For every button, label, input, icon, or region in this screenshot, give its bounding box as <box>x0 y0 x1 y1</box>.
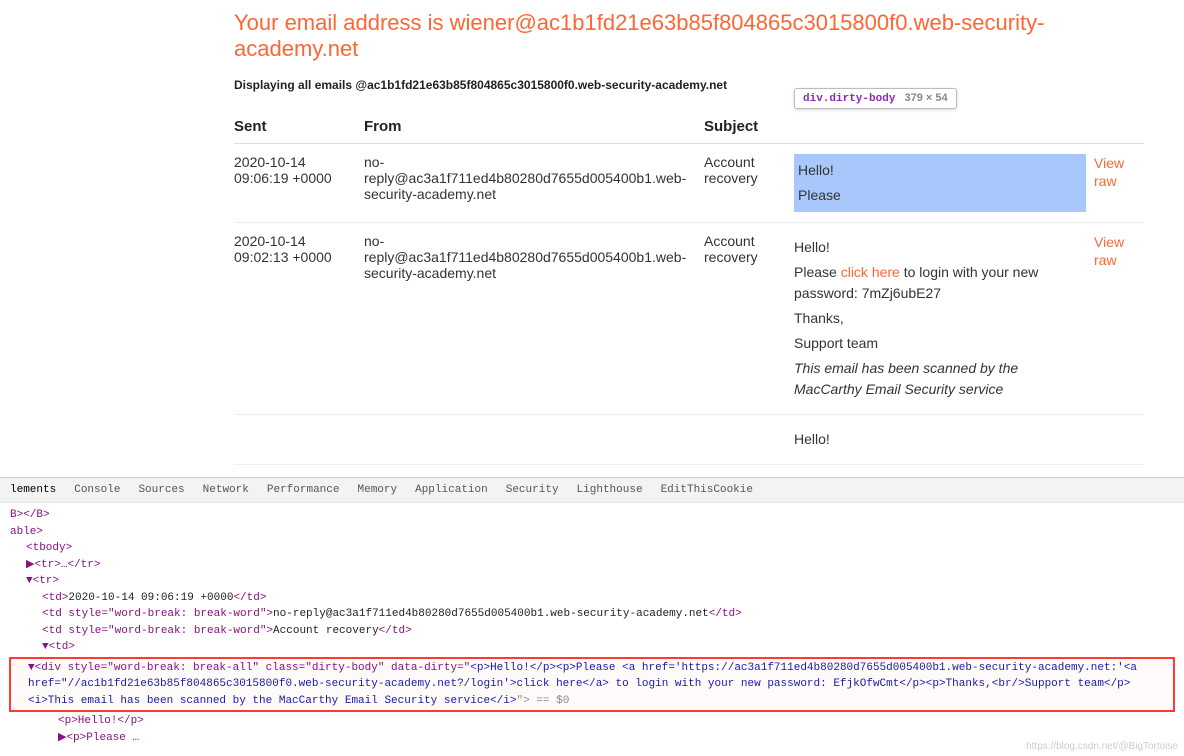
tab-application[interactable]: Application <box>415 484 488 496</box>
tab-sources[interactable]: Sources <box>138 484 184 496</box>
cell-subject: Account recovery <box>704 144 794 223</box>
src-line: <td>2020-10-14 09:06:19 +0000</td> <box>10 590 1174 607</box>
devtools-panel: lements Console Sources Network Performa… <box>0 477 1184 756</box>
dirty-body: Hello! <box>794 429 1086 450</box>
table-header-row: Sent From Subject div.dirty-body 379 × 5… <box>234 110 1144 144</box>
dirty-body-highlighted: Hello! Please <box>794 154 1086 212</box>
cell-from: no-reply@ac3a1f711ed4b80280d7655d005400b… <box>364 223 704 415</box>
selected-dom-node[interactable]: ▼<div style="word-break: break-all" clas… <box>10 658 1174 712</box>
tab-memory[interactable]: Memory <box>358 484 398 496</box>
src-line[interactable]: ▼<td> <box>10 639 1174 656</box>
cell-action: View raw <box>1094 144 1144 223</box>
email-client-page: Your email address is wiener@ac1b1fd21e6… <box>0 0 1184 465</box>
dirty-body: Hello! Please click here to login with y… <box>794 237 1086 400</box>
cell-action <box>1094 415 1144 465</box>
col-subject-header: Subject <box>704 110 794 144</box>
scan-notice: This email has been scanned by the MacCa… <box>794 360 1018 397</box>
element-inspector-tooltip: div.dirty-body 379 × 54 <box>794 88 957 109</box>
cell-subject <box>704 415 794 465</box>
src-line[interactable]: ▶<tr>…</tr> <box>10 557 1174 574</box>
col-action-header <box>1094 110 1144 144</box>
tooltip-dimensions: 379 × 54 <box>904 92 947 104</box>
cell-subject: Account recovery <box>704 223 794 415</box>
view-raw-link[interactable]: View raw <box>1094 154 1136 190</box>
col-sent-header: Sent <box>234 110 364 144</box>
tab-editthiscookie[interactable]: EditThisCookie <box>661 484 753 496</box>
src-line: <td style="word-break: break-word">no-re… <box>10 606 1174 623</box>
click-here-link[interactable]: click here <box>841 264 900 280</box>
col-from-header: From <box>364 110 704 144</box>
cell-body: Hello! Please <box>794 144 1094 223</box>
body-line: Thanks, <box>794 308 1086 329</box>
table-row: 2020-10-14 09:02:13 +0000 no-reply@ac3a1… <box>234 223 1144 415</box>
src-line: B></B> <box>10 507 1174 524</box>
table-row: Hello! <box>234 415 1144 465</box>
tab-network[interactable]: Network <box>203 484 249 496</box>
src-line: <tbody> <box>10 540 1174 557</box>
body-line: This email has been scanned by the MacCa… <box>794 358 1086 400</box>
inbox-table: Sent From Subject div.dirty-body 379 × 5… <box>234 110 1144 465</box>
body-text: Please <box>794 264 841 280</box>
tab-security[interactable]: Security <box>506 484 559 496</box>
tab-elements[interactable]: lements <box>10 484 56 496</box>
src-line: <td style="word-break: break-word">Accou… <box>10 623 1174 640</box>
body-line: Hello! <box>794 429 1086 450</box>
tab-console[interactable]: Console <box>74 484 120 496</box>
tab-lighthouse[interactable]: Lighthouse <box>577 484 643 496</box>
body-line: Hello! <box>794 237 1086 258</box>
cell-from: no-reply@ac3a1f711ed4b80280d7655d005400b… <box>364 144 704 223</box>
src-line: ▼<div style="word-break: break-all" clas… <box>12 660 1172 710</box>
body-line: Please click here to login with your new… <box>794 262 1086 304</box>
tab-performance[interactable]: Performance <box>267 484 340 496</box>
title-prefix: Your email address is <box>234 10 450 35</box>
display-note: Displaying all emails @ac1b1fd21e63b85f8… <box>234 78 1144 92</box>
body-line: Please <box>798 185 1082 206</box>
cell-body: Hello! Please click here to login with y… <box>794 223 1094 415</box>
body-line: Support team <box>794 333 1086 354</box>
cell-body: Hello! <box>794 415 1094 465</box>
cell-action: View raw <box>1094 223 1144 415</box>
watermark: https://blog.csdn.net/@BigTortoise <box>1026 739 1178 754</box>
src-line[interactable]: ▶<p>Please … <box>10 730 1174 747</box>
devtools-tabs: lements Console Sources Network Performa… <box>0 478 1184 503</box>
body-line: Hello! <box>798 160 1082 181</box>
cell-from <box>364 415 704 465</box>
cell-sent: 2020-10-14 09:02:13 +0000 <box>234 223 364 415</box>
src-line[interactable]: ▼<tr> <box>10 573 1174 590</box>
devtools-elements-tree[interactable]: B></B> able> <tbody> ▶<tr>…</tr> ▼<tr> <… <box>0 503 1184 756</box>
tooltip-selector: div.dirty-body <box>803 93 895 105</box>
table-row: 2020-10-14 09:06:19 +0000 no-reply@ac3a1… <box>234 144 1144 223</box>
src-line: able> <box>10 524 1174 541</box>
cell-sent: 2020-10-14 09:06:19 +0000 <box>234 144 364 223</box>
view-raw-link[interactable]: View raw <box>1094 233 1136 269</box>
src-line: <p>Hello!</p> <box>10 713 1174 730</box>
cell-sent <box>234 415 364 465</box>
col-body-header: div.dirty-body 379 × 54 <box>794 110 1094 144</box>
page-title: Your email address is wiener@ac1b1fd21e6… <box>234 10 1144 62</box>
